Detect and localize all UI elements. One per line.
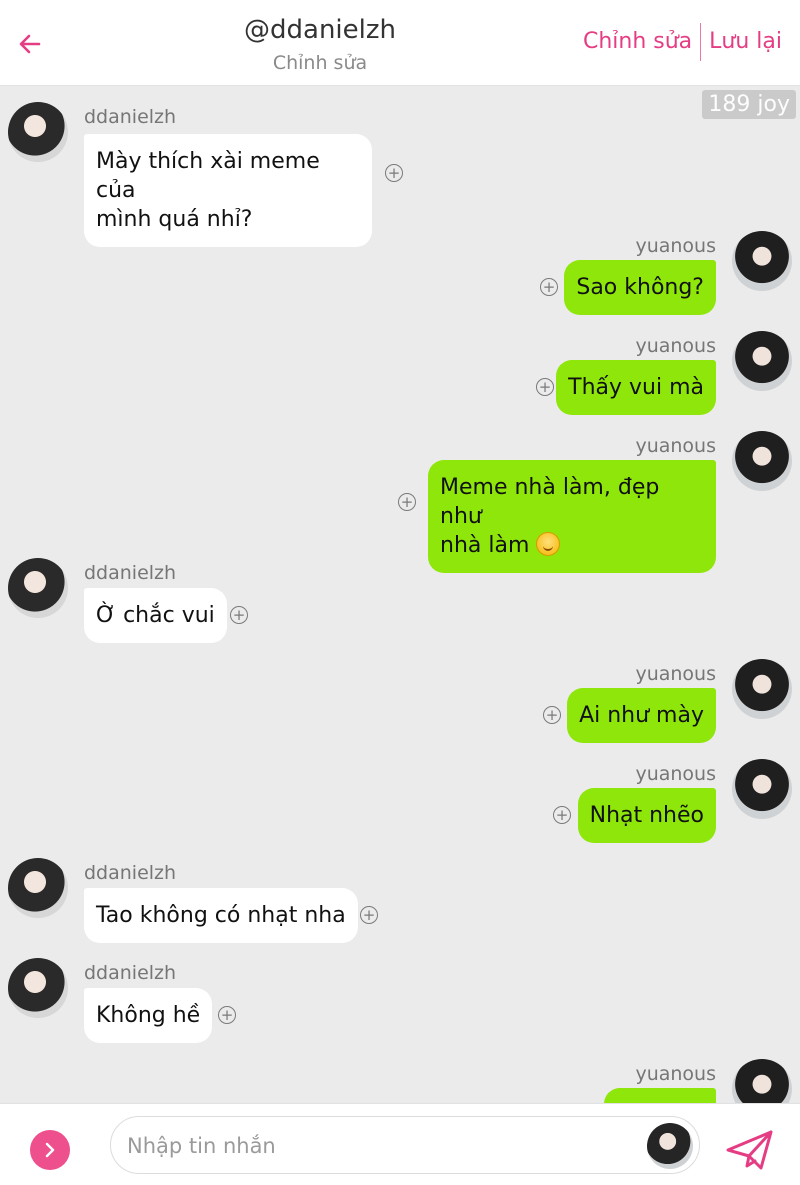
save-button[interactable]: Lưu lại [701, 22, 790, 62]
plus-circle-icon: + [232, 605, 246, 624]
add-reaction-button[interactable]: + [360, 906, 378, 924]
message-outgoing: yuanous Thấy vui mà + [0, 331, 800, 421]
avatar[interactable] [732, 331, 792, 391]
message-bubble[interactable]: Thấy vui mà [556, 360, 716, 415]
header-divider [700, 23, 702, 61]
smiling-face-emoji-icon [536, 532, 561, 556]
header-actions: Chỉnh sửa Lưu lại [575, 22, 790, 62]
message-text-line: Sao không? [576, 275, 704, 300]
add-reaction-button[interactable]: + [230, 606, 248, 624]
message-text-line: mình quá nhỉ? [96, 207, 253, 232]
sender-name: ddanielzh [84, 862, 177, 884]
avatar[interactable] [8, 858, 68, 918]
message-bubble[interactable]: Ai như mày [567, 688, 716, 743]
message-bubble[interactable]: Tao không có nhạt nha [84, 888, 358, 943]
plus-circle-icon: + [555, 805, 569, 824]
expand-button[interactable] [30, 1130, 70, 1170]
add-reaction-button[interactable]: + [540, 278, 558, 296]
message-text-line: Mày thích xài meme của [96, 149, 320, 203]
avatar[interactable] [732, 231, 792, 291]
message-incoming: ddanielzh Mày thích xài meme của mình qu… [0, 102, 800, 247]
add-reaction-button[interactable]: + [543, 706, 561, 724]
message-text-line: Không hề [96, 1003, 201, 1028]
page-title: @ddanielzh [244, 15, 396, 45]
app-header: @ddanielzh Chỉnh sửa Chỉnh sửa Lưu lại [0, 0, 800, 86]
avatar[interactable] [8, 558, 68, 618]
add-reaction-button[interactable]: + [398, 493, 416, 511]
message-incoming: ddanielzh Không hề + [0, 958, 800, 1048]
message-bubble[interactable]: Meme nhà làm, đẹp như nhà làm [428, 460, 716, 573]
message-text-line: Thấy vui mà [568, 375, 704, 400]
avatar[interactable] [732, 1059, 792, 1103]
sender-name: yuanous [635, 763, 716, 785]
plus-circle-icon: + [545, 705, 559, 724]
message-text: nhà làm [440, 533, 530, 558]
chevron-right-icon [45, 1142, 55, 1158]
plus-circle-icon: + [538, 377, 552, 396]
message-outgoing: yuanous Sao không? + [0, 231, 800, 321]
message-text-line: Tao không có nhạt nha [96, 903, 346, 928]
sender-name: yuanous [635, 435, 716, 457]
message-input[interactable] [125, 1127, 625, 1165]
avatar[interactable] [732, 431, 792, 491]
edit-button[interactable]: Chỉnh sửa [575, 22, 700, 62]
header-title-group: @ddanielzh Chỉnh sửa [200, 10, 440, 76]
sender-name: yuanous [635, 235, 716, 257]
composer-bar [0, 1103, 800, 1185]
avatar[interactable] [732, 759, 792, 819]
send-button[interactable] [722, 1124, 778, 1176]
sender-name: yuanous [635, 1063, 716, 1085]
message-text-line: Meme nhà làm, đẹp như [440, 475, 660, 529]
back-button[interactable] [10, 24, 50, 64]
sender-name: yuanous [635, 335, 716, 357]
message-bubble[interactable]: Không hề [84, 988, 213, 1043]
add-reaction-button[interactable]: + [218, 1006, 236, 1024]
page-subtitle: Chỉnh sửa [272, 52, 368, 74]
message-text-line: Nhạt nhẽo [589, 803, 704, 828]
message-text-line: Ai như mày [579, 703, 704, 728]
sender-name: ddanielzh [84, 106, 177, 128]
avatar-picker[interactable] [647, 1123, 693, 1169]
plus-circle-icon: + [387, 163, 401, 182]
message-input-wrapper[interactable] [110, 1116, 700, 1174]
message-outgoing: yuanous [0, 1059, 800, 1103]
avatar[interactable] [8, 958, 68, 1018]
add-reaction-button[interactable]: + [553, 806, 571, 824]
sender-name: yuanous [635, 663, 716, 685]
avatar[interactable] [732, 659, 792, 719]
avatar[interactable] [8, 102, 68, 162]
message-bubble[interactable]: Sao không? [564, 260, 716, 315]
message-outgoing: yuanous Ai như mày + [0, 659, 800, 749]
paper-plane-icon [726, 1130, 773, 1170]
plus-circle-icon: + [362, 905, 376, 924]
sender-name: ddanielzh [84, 962, 177, 984]
add-reaction-button[interactable]: + [536, 378, 554, 396]
message-bubble[interactable]: Nhạt nhẽo [577, 788, 716, 843]
message-text-line-with-emoji: nhà làm [440, 531, 704, 560]
message-incoming: ddanielzh Ờ chắc vui + [0, 558, 800, 648]
message-outgoing: yuanous Nhạt nhẽo + [0, 759, 800, 849]
plus-circle-icon: + [220, 1005, 234, 1024]
arrow-left-icon [19, 34, 41, 54]
message-incoming: ddanielzh Tao không có nhạt nha + [0, 858, 800, 948]
plus-circle-icon: + [400, 492, 414, 511]
message-outgoing: yuanous Meme nhà làm, đẹp như nhà làm + [0, 431, 800, 573]
plus-circle-icon: + [542, 277, 556, 296]
chat-area[interactable]: 189 joy ddanielzh Mày thích xài meme của… [0, 86, 800, 1103]
add-reaction-button[interactable]: + [385, 164, 403, 182]
message-text-line: Ờ chắc vui [96, 603, 215, 628]
message-bubble[interactable]: Ờ chắc vui [84, 588, 227, 643]
sender-name: ddanielzh [84, 562, 177, 584]
message-bubble[interactable] [604, 1088, 716, 1103]
